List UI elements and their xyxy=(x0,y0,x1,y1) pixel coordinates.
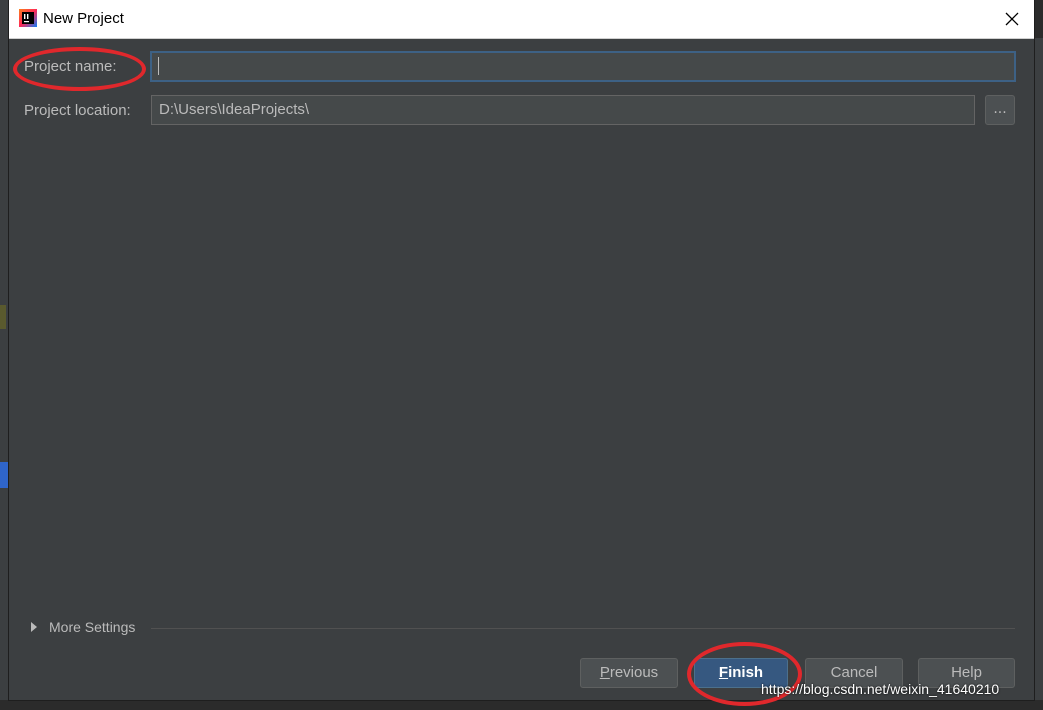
background-ide-marker xyxy=(0,305,6,329)
finish-mnemonic: F xyxy=(718,664,729,681)
background-ide-bottom xyxy=(0,700,1043,710)
background-ide-left xyxy=(0,0,9,710)
watermark: https://blog.csdn.net/weixin_41640210 xyxy=(761,681,1000,697)
previous-label: revious xyxy=(609,664,659,681)
new-project-dialog: New Project Project name: Project locati… xyxy=(9,0,1034,700)
background-ide-selection xyxy=(0,462,9,488)
text-caret xyxy=(158,57,159,76)
expand-triangle-icon xyxy=(31,622,37,632)
dialog-title: New Project xyxy=(43,10,124,27)
project-location-label: Project location: xyxy=(24,102,131,119)
browse-button[interactable]: ... xyxy=(985,95,1015,125)
project-name-input[interactable] xyxy=(150,51,1016,82)
more-settings-divider xyxy=(151,628,1015,629)
project-name-label: Project name: xyxy=(24,58,117,75)
previous-mnemonic: P xyxy=(599,664,610,681)
project-location-value: D:\Users\IdeaProjects\ xyxy=(159,101,310,118)
more-settings-toggle[interactable]: More Settings xyxy=(31,619,135,635)
background-ide-right xyxy=(1034,38,1043,710)
finish-label: inish xyxy=(728,664,764,681)
intellij-idea-icon xyxy=(19,9,37,27)
more-settings-label: More Settings xyxy=(49,619,136,635)
title-bar: New Project xyxy=(9,0,1034,39)
close-icon[interactable] xyxy=(1000,7,1024,31)
previous-button[interactable]: Previous xyxy=(580,658,678,688)
project-location-input[interactable]: D:\Users\IdeaProjects\ xyxy=(151,95,975,125)
